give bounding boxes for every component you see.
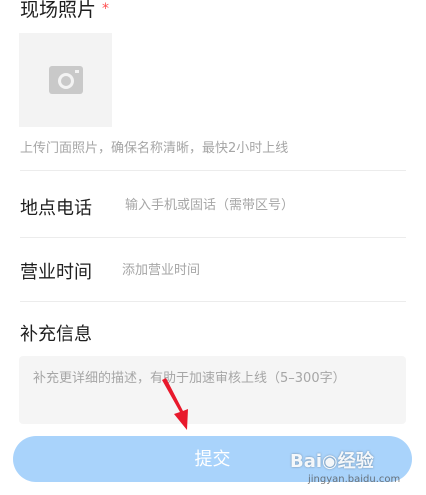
photo-upload-button[interactable] [19, 33, 112, 127]
photo-hint: 上传门面照片，确保名称清晰，最快2小时上线 [20, 141, 289, 156]
camera-icon [48, 66, 83, 94]
watermark-logo: Bai◉经验 [290, 451, 374, 472]
phone-input[interactable] [125, 194, 405, 216]
business-hours-label: 营业时间 [20, 262, 92, 283]
supplementary-info-label: 补充信息 [20, 324, 92, 345]
divider [20, 237, 406, 238]
photo-section-title: 现场照片 * [20, 0, 109, 23]
supplementary-info-textarea[interactable] [19, 356, 406, 424]
business-hours-input[interactable] [122, 259, 402, 281]
phone-label: 地点电话 [20, 198, 92, 219]
divider [20, 301, 406, 302]
annotation-arrow-icon [162, 378, 188, 430]
watermark-url: jingyan.baidu.com [308, 474, 401, 485]
baidu-jingyan-watermark: Bai◉经验 jingyan.baidu.com [290, 447, 414, 491]
required-mark: * [102, 1, 110, 17]
photo-section-label: 现场照片 [20, 0, 97, 21]
divider [20, 170, 406, 171]
